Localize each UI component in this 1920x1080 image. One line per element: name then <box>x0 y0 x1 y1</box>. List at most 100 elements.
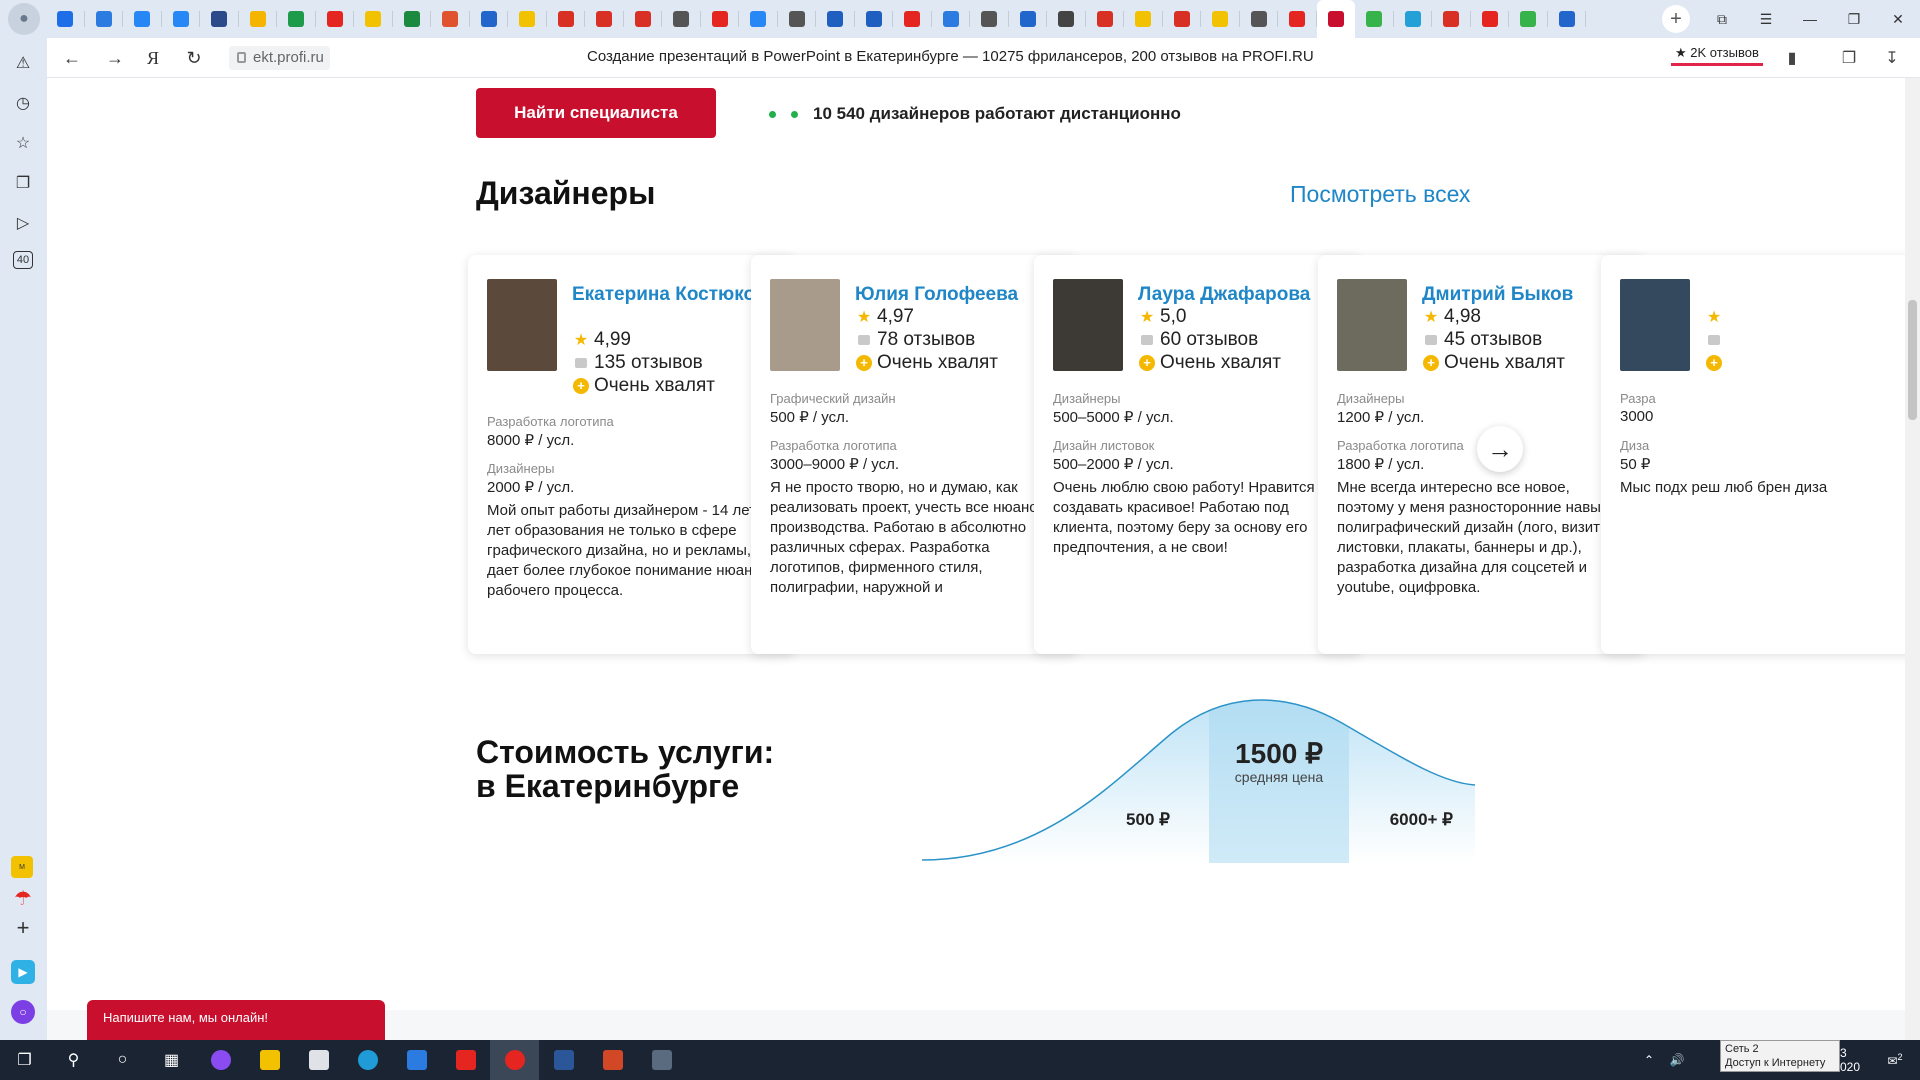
url-field[interactable]: ekt.profi.ru <box>229 46 330 70</box>
alice-icon[interactable] <box>196 1040 245 1080</box>
task-view-icon[interactable]: ▦ <box>147 1040 196 1080</box>
menu-icon[interactable]: ☰ <box>1744 11 1788 28</box>
forward-arrow-icon[interactable]: → <box>103 46 127 70</box>
star-icon[interactable]: ☆ <box>11 131 35 155</box>
see-all-link[interactable]: Посмотреть всех <box>1290 181 1470 208</box>
browser-tab[interactable] <box>816 0 855 38</box>
edge-icon[interactable] <box>343 1040 392 1080</box>
browser-tab[interactable] <box>1278 0 1317 38</box>
browser-tab[interactable] <box>932 0 970 38</box>
file-explorer-icon[interactable] <box>245 1040 294 1080</box>
browser-tab[interactable] <box>354 0 393 38</box>
bell-icon[interactable]: ⚠ <box>11 51 35 75</box>
designer-card[interactable]: Юлия Голофеева ★ 4,97 78 отзывов + Очень хвал… <box>751 255 1078 654</box>
browser-tab[interactable] <box>431 0 470 38</box>
profile-icon[interactable]: ● <box>8 3 40 35</box>
reviews-badge[interactable]: ★ 2K отзывов <box>1671 43 1763 66</box>
close-icon[interactable]: ✕ <box>1876 11 1920 28</box>
browser-tab[interactable] <box>1240 0 1278 38</box>
browser-tab[interactable] <box>316 0 354 38</box>
extensions-icon[interactable]: ❐ <box>1839 48 1859 68</box>
alice-icon[interactable]: ○ <box>11 1000 35 1024</box>
browser-tab[interactable] <box>1509 0 1548 38</box>
play-icon[interactable]: ▷ <box>11 211 35 235</box>
browser-tab[interactable] <box>624 0 662 38</box>
cortana-icon[interactable]: ○ <box>98 1040 147 1080</box>
browser-tab[interactable] <box>508 0 547 38</box>
downloads-icon[interactable]: ↧ <box>1882 48 1902 68</box>
browser-tab[interactable] <box>547 0 585 38</box>
browser-tab[interactable] <box>701 0 739 38</box>
browser-tab[interactable] <box>1124 0 1163 38</box>
browser-tab[interactable] <box>1471 0 1509 38</box>
volume-icon[interactable]: 🔊 <box>1664 1053 1690 1067</box>
tray-chevron-icon[interactable]: ⌃ <box>1634 1053 1664 1067</box>
designer-card[interactable]: Лаура Джафарова ★ 5,0 60 отзывов + Очень хвал… <box>1034 255 1361 654</box>
new-tab-plus-icon[interactable]: + <box>1662 5 1690 33</box>
bookmark-icon[interactable]: ▮ <box>1782 48 1802 68</box>
powerpoint-icon[interactable] <box>588 1040 637 1080</box>
browser-tab[interactable] <box>662 0 701 38</box>
browser-tab[interactable] <box>1086 0 1124 38</box>
market-icon[interactable]: M <box>11 856 33 878</box>
yandex-icon[interactable] <box>441 1040 490 1080</box>
scrollbar[interactable] <box>1905 78 1920 1040</box>
mail-icon[interactable] <box>392 1040 441 1080</box>
avatar[interactable] <box>1337 279 1407 371</box>
reload-icon[interactable]: ↻ <box>182 46 206 70</box>
restore-icon[interactable]: ❐ <box>1832 11 1876 28</box>
browser-tab[interactable] <box>200 0 239 38</box>
store-icon[interactable] <box>294 1040 343 1080</box>
browser-tab[interactable] <box>470 0 508 38</box>
browser-tab[interactable] <box>970 0 1009 38</box>
avatar[interactable] <box>1620 279 1690 371</box>
back-arrow-icon[interactable]: ← <box>60 46 84 70</box>
word-icon[interactable] <box>539 1040 588 1080</box>
avatar[interactable] <box>770 279 840 371</box>
browser-tab[interactable] <box>778 0 816 38</box>
umbrella-icon[interactable]: ☂ <box>11 886 35 910</box>
browser-tab[interactable] <box>123 0 162 38</box>
windows-start-icon[interactable]: ❐ <box>0 1040 49 1080</box>
browser-tab[interactable] <box>739 0 778 38</box>
browser-tab[interactable] <box>277 0 316 38</box>
clock[interactable]: 3 020 <box>1840 1046 1870 1074</box>
next-arrow-icon[interactable]: → <box>1477 426 1523 472</box>
browser-tab[interactable] <box>1432 0 1471 38</box>
calculator-icon[interactable] <box>637 1040 686 1080</box>
browser-tab[interactable] <box>46 0 85 38</box>
browser-tab[interactable] <box>1316 0 1355 38</box>
browser-tab[interactable] <box>162 0 200 38</box>
browser-tab[interactable] <box>893 0 932 38</box>
avatar[interactable] <box>1053 279 1123 371</box>
scrollbar-thumb[interactable] <box>1908 300 1917 420</box>
collections-icon[interactable]: ❐ <box>11 171 35 195</box>
find-specialist-button[interactable]: Найти специалиста <box>476 88 716 138</box>
browser-tab[interactable] <box>1201 0 1240 38</box>
browser-tab[interactable] <box>1394 0 1432 38</box>
designer-card[interactable]: Екатерина Костюкова ★ 4,99 135 отзывов + Очен… <box>468 255 795 654</box>
messenger-icon[interactable]: ▶ <box>11 960 35 984</box>
browser-tab[interactable] <box>1163 0 1201 38</box>
notifications-icon[interactable]: ✉2 <box>1870 1052 1920 1068</box>
collections-icon[interactable]: ⧉ <box>1700 11 1744 28</box>
yandex-browser-icon[interactable] <box>490 1040 539 1080</box>
designer-card[interactable]: ★ + Разра 3000 Диза 50 ₽ Мыс подх реш люб брен… <box>1601 255 1905 654</box>
counter-badge[interactable]: 40 <box>13 251 33 269</box>
browser-tab[interactable] <box>1355 0 1394 38</box>
browser-tab[interactable] <box>855 0 893 38</box>
browser-tab[interactable] <box>1047 0 1086 38</box>
avatar[interactable] <box>487 279 557 371</box>
chat-widget[interactable]: Напишите нам, мы онлайн! <box>87 1000 395 1040</box>
browser-tab[interactable] <box>85 0 123 38</box>
search-icon[interactable]: ⚲ <box>49 1040 98 1080</box>
yandex-logo-icon[interactable]: Я <box>141 46 165 70</box>
add-icon[interactable]: + <box>11 915 35 940</box>
browser-tab[interactable] <box>239 0 277 38</box>
browser-tab[interactable] <box>393 0 431 38</box>
browser-tab[interactable] <box>585 0 624 38</box>
browser-tab[interactable] <box>1548 0 1586 38</box>
browser-tab[interactable] <box>1009 0 1047 38</box>
history-clock-icon[interactable]: ◷ <box>11 91 35 115</box>
minimize-icon[interactable]: — <box>1788 11 1832 27</box>
